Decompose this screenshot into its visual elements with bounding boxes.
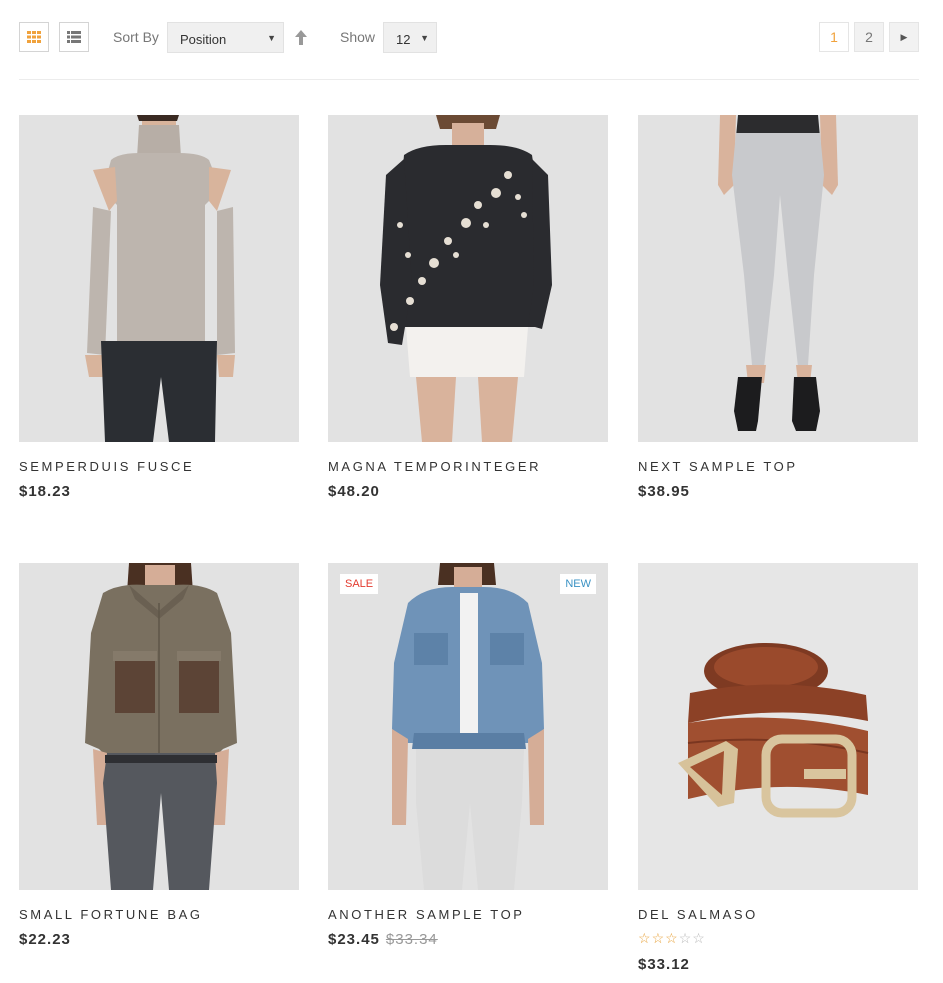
product-name[interactable]: ANOTHER SAMPLE TOP bbox=[328, 907, 525, 922]
product-price: $22.23 bbox=[19, 931, 71, 948]
product-price: $18.23 bbox=[19, 483, 71, 500]
next-page-button[interactable]: ▶ bbox=[889, 22, 919, 52]
list-icon bbox=[67, 31, 81, 43]
product-name[interactable]: SEMPERDUIS FUSCE bbox=[19, 459, 194, 474]
list-view-button[interactable] bbox=[59, 22, 89, 52]
star-icon: ☆ bbox=[638, 930, 652, 946]
product-image[interactable] bbox=[19, 563, 299, 890]
product-price: $48.20 bbox=[328, 483, 380, 500]
star-icon: ☆ bbox=[692, 930, 706, 946]
show-label: Show bbox=[340, 29, 376, 45]
product-name[interactable]: NEXT SAMPLE TOP bbox=[638, 459, 798, 474]
chevron-right-icon: ▶ bbox=[900, 32, 908, 42]
grid-view-button[interactable] bbox=[19, 22, 49, 52]
limit-select[interactable]: 12 ▼ bbox=[383, 22, 437, 53]
new-badge: NEW bbox=[560, 574, 596, 594]
old-price: $33.34 bbox=[385, 931, 438, 948]
chevron-down-icon: ▼ bbox=[267, 33, 276, 43]
sale-badge: SALE bbox=[340, 574, 379, 594]
grid-icon bbox=[27, 31, 41, 43]
product-price: $38.95 bbox=[638, 483, 690, 500]
product-image[interactable] bbox=[638, 115, 918, 442]
product-price: $23.45 $33.34 bbox=[328, 931, 438, 948]
special-price: $23.45 bbox=[328, 931, 380, 948]
product-price: $33.12 bbox=[638, 956, 690, 973]
product-name[interactable]: SMALL FORTUNE BAG bbox=[19, 907, 203, 922]
sort-by-value: Position bbox=[180, 32, 227, 47]
pagination: 1 2 ▶ bbox=[819, 22, 919, 52]
rating-stars: ☆☆☆☆☆ bbox=[638, 930, 706, 947]
toolbar: Sort By Position ▼ Show 12 ▼ 1 2 ▶ bbox=[19, 22, 919, 54]
star-icon: ☆ bbox=[665, 930, 679, 946]
product-name[interactable]: MAGNA TEMPORINTEGER bbox=[328, 459, 541, 474]
star-icon: ☆ bbox=[678, 930, 693, 946]
limit-value: 12 bbox=[396, 32, 411, 47]
page-2-link[interactable]: 2 bbox=[854, 22, 884, 52]
product-image[interactable] bbox=[19, 115, 299, 442]
sort-by-select[interactable]: Position ▼ bbox=[167, 22, 284, 53]
toolbar-divider bbox=[19, 79, 919, 80]
page-1-link[interactable]: 1 bbox=[819, 22, 849, 52]
sort-by-label: Sort By bbox=[113, 29, 159, 45]
product-image[interactable] bbox=[328, 115, 608, 442]
star-icon: ☆ bbox=[651, 930, 666, 946]
arrow-up-icon[interactable] bbox=[293, 29, 309, 47]
product-image[interactable] bbox=[638, 563, 918, 890]
product-image[interactable]: SALE NEW bbox=[328, 563, 608, 890]
chevron-down-icon: ▼ bbox=[420, 33, 429, 43]
product-name[interactable]: DEL SALMASO bbox=[638, 907, 758, 922]
